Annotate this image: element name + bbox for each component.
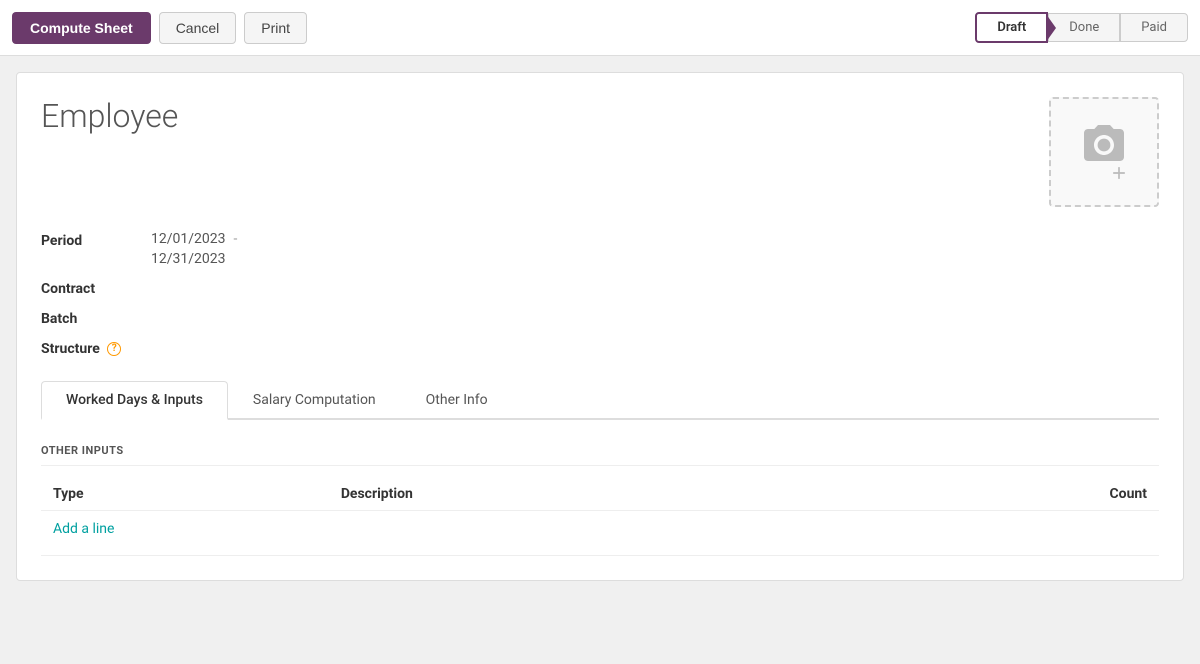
tabs-container: Worked Days & Inputs Salary Computation … xyxy=(41,381,1159,420)
period-value: 12/01/2023 - 12/31/2023 xyxy=(151,231,245,267)
add-line-button[interactable]: Add a line xyxy=(41,511,126,547)
structure-input[interactable] xyxy=(151,339,351,354)
section-title-other-inputs: OTHER INPUTS xyxy=(41,444,1159,466)
structure-help-icon[interactable]: ? xyxy=(107,342,121,356)
batch-row: Batch xyxy=(41,309,1159,327)
compute-sheet-button[interactable]: Compute Sheet xyxy=(12,12,151,44)
employee-photo[interactable] xyxy=(1049,97,1159,207)
contract-value[interactable] xyxy=(151,279,351,294)
contract-input[interactable] xyxy=(151,279,351,294)
table-footer-divider xyxy=(41,555,1159,556)
tab-content: OTHER INPUTS Type Description Count Add … xyxy=(41,444,1159,556)
status-done[interactable]: Done xyxy=(1048,13,1120,42)
print-button[interactable]: Print xyxy=(244,12,307,44)
cancel-button[interactable]: Cancel xyxy=(159,12,237,44)
employee-title: Employee xyxy=(41,97,178,135)
period-label: Period xyxy=(41,231,151,249)
period-end: 12/31/2023 xyxy=(151,251,245,267)
table-header-row: Type Description Count xyxy=(41,478,1159,511)
structure-row: Structure ? xyxy=(41,339,1159,357)
contract-label: Contract xyxy=(41,279,151,297)
col-description: Description xyxy=(329,478,835,511)
batch-value[interactable] xyxy=(151,309,351,324)
main-content: Employee Period 12/01/2023 - 12/31/2023 xyxy=(16,72,1184,581)
form-section: Period 12/01/2023 - 12/31/2023 Contract … xyxy=(41,231,1159,357)
structure-value[interactable] xyxy=(151,339,351,354)
col-type: Type xyxy=(41,478,329,511)
structure-label: Structure ? xyxy=(41,339,151,357)
tab-salary-computation[interactable]: Salary Computation xyxy=(228,381,401,420)
period-row: Period 12/01/2023 - 12/31/2023 xyxy=(41,231,1159,267)
toolbar: Compute Sheet Cancel Print Draft Done Pa… xyxy=(0,0,1200,56)
period-separator: - xyxy=(234,231,238,247)
other-inputs-table: Type Description Count xyxy=(41,478,1159,511)
batch-input[interactable] xyxy=(151,309,351,324)
tab-worked-days[interactable]: Worked Days & Inputs xyxy=(41,381,228,420)
contract-row: Contract xyxy=(41,279,1159,297)
col-count: Count xyxy=(835,478,1159,511)
batch-label: Batch xyxy=(41,309,151,327)
status-bar: Draft Done Paid xyxy=(975,12,1188,43)
employee-header: Employee xyxy=(41,97,1159,207)
period-start: 12/01/2023 xyxy=(151,231,226,247)
camera-icon xyxy=(1080,121,1128,169)
status-draft[interactable]: Draft xyxy=(975,12,1048,43)
tab-other-info[interactable]: Other Info xyxy=(401,381,513,420)
add-photo-icon xyxy=(1109,163,1129,183)
status-paid[interactable]: Paid xyxy=(1120,13,1188,42)
